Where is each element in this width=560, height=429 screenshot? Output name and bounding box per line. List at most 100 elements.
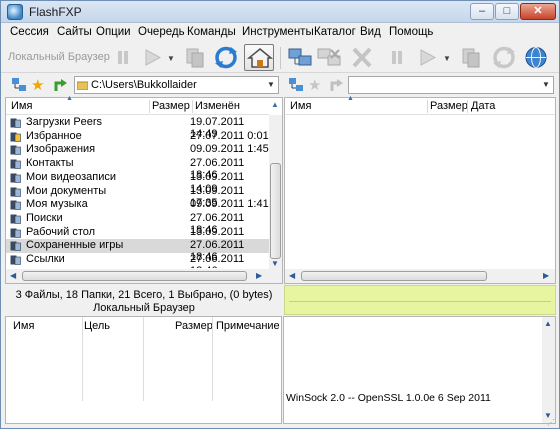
list-item[interactable]: Избранное 27.07.2011 0:01 bbox=[6, 130, 270, 144]
local-browser-label[interactable]: Локальный Браузер bbox=[8, 51, 110, 63]
scroll-up-icon[interactable]: ▲ bbox=[544, 319, 552, 328]
menu-session[interactable]: Сессия bbox=[10, 26, 49, 38]
resize-grip-icon[interactable]: ⋰ bbox=[547, 418, 555, 427]
header-modified[interactable]: Изменён bbox=[195, 100, 240, 112]
abort-icon[interactable] bbox=[348, 44, 376, 71]
chevron-down-icon[interactable]: ▼ bbox=[264, 77, 278, 93]
app-window: FlashFXP – □ ✕ Сессия Сайты Опции Очеред… bbox=[0, 0, 560, 429]
column-divider[interactable] bbox=[192, 100, 193, 113]
home-icon[interactable] bbox=[244, 44, 274, 71]
column-divider[interactable] bbox=[427, 100, 428, 113]
sort-ascending-icon: ▲ bbox=[66, 95, 73, 102]
connect-icon[interactable] bbox=[286, 44, 314, 71]
column-divider[interactable] bbox=[149, 100, 150, 113]
column-divider[interactable] bbox=[143, 317, 144, 401]
right-horizontal-scrollbar[interactable]: ◀ ▶ bbox=[285, 269, 555, 283]
globe-icon[interactable] bbox=[522, 44, 550, 71]
menu-view[interactable]: Вид bbox=[360, 26, 381, 38]
list-item[interactable]: Загрузки Peers 19.07.2011 14:49 bbox=[6, 116, 270, 140]
transfer-right-icon[interactable] bbox=[413, 44, 441, 71]
queue-header-size[interactable]: Размер bbox=[175, 320, 213, 332]
menu-options[interactable]: Опции bbox=[96, 26, 131, 38]
left-vertical-scrollbar[interactable] bbox=[269, 115, 282, 269]
queue-list: Имя Цель Размер Примечание bbox=[5, 316, 282, 424]
header-name[interactable]: Имя bbox=[11, 100, 32, 112]
scroll-left-icon[interactable]: ◀ bbox=[289, 271, 295, 280]
transfer-left-dropdown-icon[interactable]: ▼ bbox=[167, 54, 175, 63]
list-item-selected[interactable]: Сохраненные игры 27.06.2011 18:46 bbox=[6, 239, 270, 263]
column-divider[interactable] bbox=[82, 317, 83, 401]
column-divider[interactable] bbox=[467, 100, 468, 113]
menu-sites[interactable]: Сайты bbox=[57, 26, 92, 38]
compare-left-icon[interactable] bbox=[181, 44, 209, 71]
queue-header-target[interactable]: Цель bbox=[84, 320, 110, 332]
scroll-down-icon[interactable]: ▼ bbox=[271, 259, 279, 268]
folder-icon bbox=[10, 213, 21, 224]
favorites-star-icon[interactable]: ★ bbox=[31, 76, 44, 94]
scroll-up-icon[interactable]: ▲ bbox=[271, 100, 279, 109]
folder-icon bbox=[10, 117, 21, 128]
list-item[interactable]: Контакты 27.06.2011 18:46 bbox=[6, 157, 270, 181]
title-bar: FlashFXP – □ ✕ bbox=[1, 1, 559, 23]
right-status-panel bbox=[284, 285, 556, 315]
pause-right-icon[interactable] bbox=[383, 44, 411, 71]
menu-tools[interactable]: Инструменты bbox=[242, 26, 314, 38]
right-path-combo[interactable]: ▼ bbox=[348, 76, 554, 94]
list-item[interactable]: Поиски 27.06.2011 18:46 bbox=[6, 212, 270, 236]
transfer-right-dropdown-icon[interactable]: ▼ bbox=[443, 54, 451, 63]
column-divider[interactable] bbox=[212, 317, 213, 401]
scroll-thumb[interactable] bbox=[270, 163, 281, 259]
right-address-row: ★ ▼ bbox=[284, 74, 559, 96]
left-path-combo[interactable]: C:\Users\Bukkollaider ▼ bbox=[74, 76, 279, 94]
pause-left-icon[interactable] bbox=[109, 44, 137, 71]
log-line: WinSock 2.0 -- OpenSSL 1.0.0e 6 Sep 2011 bbox=[286, 392, 491, 404]
minimize-button[interactable]: – bbox=[470, 3, 494, 20]
list-item[interactable]: Рабочий стол13.09.2011 17:55 bbox=[6, 226, 270, 250]
parent-folder-icon[interactable] bbox=[52, 77, 68, 96]
scroll-right-icon[interactable]: ▶ bbox=[256, 271, 262, 280]
left-status-panel: 3 Файлы, 18 Папки, 21 Всего, 1 Выбрано, … bbox=[5, 285, 283, 315]
header-size[interactable]: Размер bbox=[430, 100, 468, 112]
site-manager-right-icon[interactable] bbox=[288, 77, 304, 96]
header-name[interactable]: Имя bbox=[290, 100, 311, 112]
list-item[interactable]: Мои документы 13.09.2011 17:35 bbox=[6, 185, 270, 209]
left-file-list: Имя ▲ Размер Изменён ▲ Загрузки Peers 19.… bbox=[5, 95, 283, 284]
folder-icon bbox=[10, 227, 21, 238]
left-column-header: Имя ▲ Размер Изменён ▲ bbox=[6, 95, 279, 115]
folder-icon bbox=[10, 186, 21, 197]
scroll-left-icon[interactable]: ◀ bbox=[10, 271, 16, 280]
parent-folder-right-icon[interactable] bbox=[328, 77, 344, 96]
log-vertical-scrollbar[interactable]: ▲ ▼ bbox=[542, 317, 555, 423]
transfer-left-icon[interactable] bbox=[138, 44, 166, 71]
refresh-right-icon[interactable] bbox=[490, 44, 518, 71]
chevron-down-icon[interactable]: ▼ bbox=[539, 77, 553, 93]
menu-commands[interactable]: Команды bbox=[187, 26, 236, 38]
header-date[interactable]: Дата bbox=[471, 100, 495, 112]
left-status-text: 3 Файлы, 18 Папки, 21 Всего, 1 Выбрано, … bbox=[15, 289, 273, 301]
menu-directory[interactable]: Каталог bbox=[314, 26, 356, 38]
favorites-folder-icon bbox=[10, 131, 21, 142]
folder-icon bbox=[10, 240, 21, 252]
queue-header-note[interactable]: Примечание bbox=[216, 320, 280, 332]
left-horizontal-scrollbar[interactable]: ◀ ▶ bbox=[6, 269, 282, 283]
scroll-right-icon[interactable]: ▶ bbox=[543, 271, 549, 280]
menu-help[interactable]: Помощь bbox=[389, 26, 433, 38]
close-button[interactable]: ✕ bbox=[520, 3, 556, 20]
queue-header-name[interactable]: Имя bbox=[13, 320, 34, 332]
refresh-left-icon[interactable] bbox=[212, 44, 240, 71]
list-item[interactable]: Изображения 09.09.2011 1:45 bbox=[6, 143, 270, 157]
toolbar-separator bbox=[280, 47, 281, 69]
scroll-thumb[interactable] bbox=[301, 271, 487, 281]
list-item[interactable]: Моя музыка 09.09.2011 1:41 bbox=[6, 198, 270, 212]
favorites-star-right-icon[interactable]: ★ bbox=[308, 76, 321, 94]
compare-right-icon[interactable] bbox=[457, 44, 485, 71]
site-manager-icon[interactable] bbox=[11, 77, 27, 96]
maximize-button[interactable]: □ bbox=[495, 3, 519, 20]
list-item[interactable]: Мои видеозаписи 13.09.2011 14:09 bbox=[6, 171, 270, 195]
menu-queue[interactable]: Очередь bbox=[138, 26, 185, 38]
scroll-thumb[interactable] bbox=[22, 271, 247, 281]
folder-icon bbox=[10, 254, 21, 265]
list-item[interactable]: Ссылки27.06.2011 18:46 bbox=[6, 253, 270, 268]
header-size[interactable]: Размер bbox=[152, 100, 190, 112]
disconnect-icon[interactable] bbox=[315, 44, 343, 71]
